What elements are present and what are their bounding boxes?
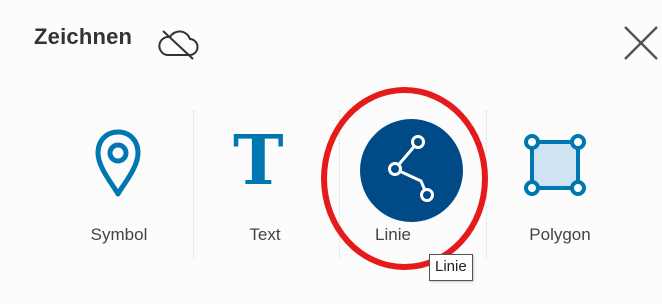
tool-separator bbox=[486, 110, 487, 260]
tool-symbol[interactable]: Symbol bbox=[59, 112, 179, 262]
tool-label-symbol: Symbol bbox=[90, 225, 148, 244]
selected-tool-background bbox=[360, 119, 463, 222]
text-icon: T bbox=[233, 121, 284, 201]
tool-separator bbox=[193, 110, 194, 260]
tool-label-linie: Linie bbox=[375, 225, 411, 244]
panel-title: Zeichnen bbox=[34, 24, 133, 49]
map-pin-icon bbox=[95, 129, 141, 197]
tool-text[interactable]: T Text bbox=[205, 112, 325, 262]
cloud-off-icon bbox=[158, 30, 199, 60]
draw-panel: Zeichnen Symbol T Text Linie Polygon Lin… bbox=[0, 0, 662, 304]
line-icon bbox=[388, 135, 434, 202]
tool-linie[interactable]: Linie bbox=[333, 112, 463, 262]
tool-polygon[interactable]: Polygon bbox=[500, 112, 620, 262]
tool-label-polygon: Polygon bbox=[529, 225, 591, 244]
polygon-icon bbox=[524, 134, 586, 196]
tooltip: Linie bbox=[429, 254, 473, 281]
tool-label-text: Text bbox=[249, 225, 281, 244]
close-icon[interactable] bbox=[622, 22, 660, 60]
